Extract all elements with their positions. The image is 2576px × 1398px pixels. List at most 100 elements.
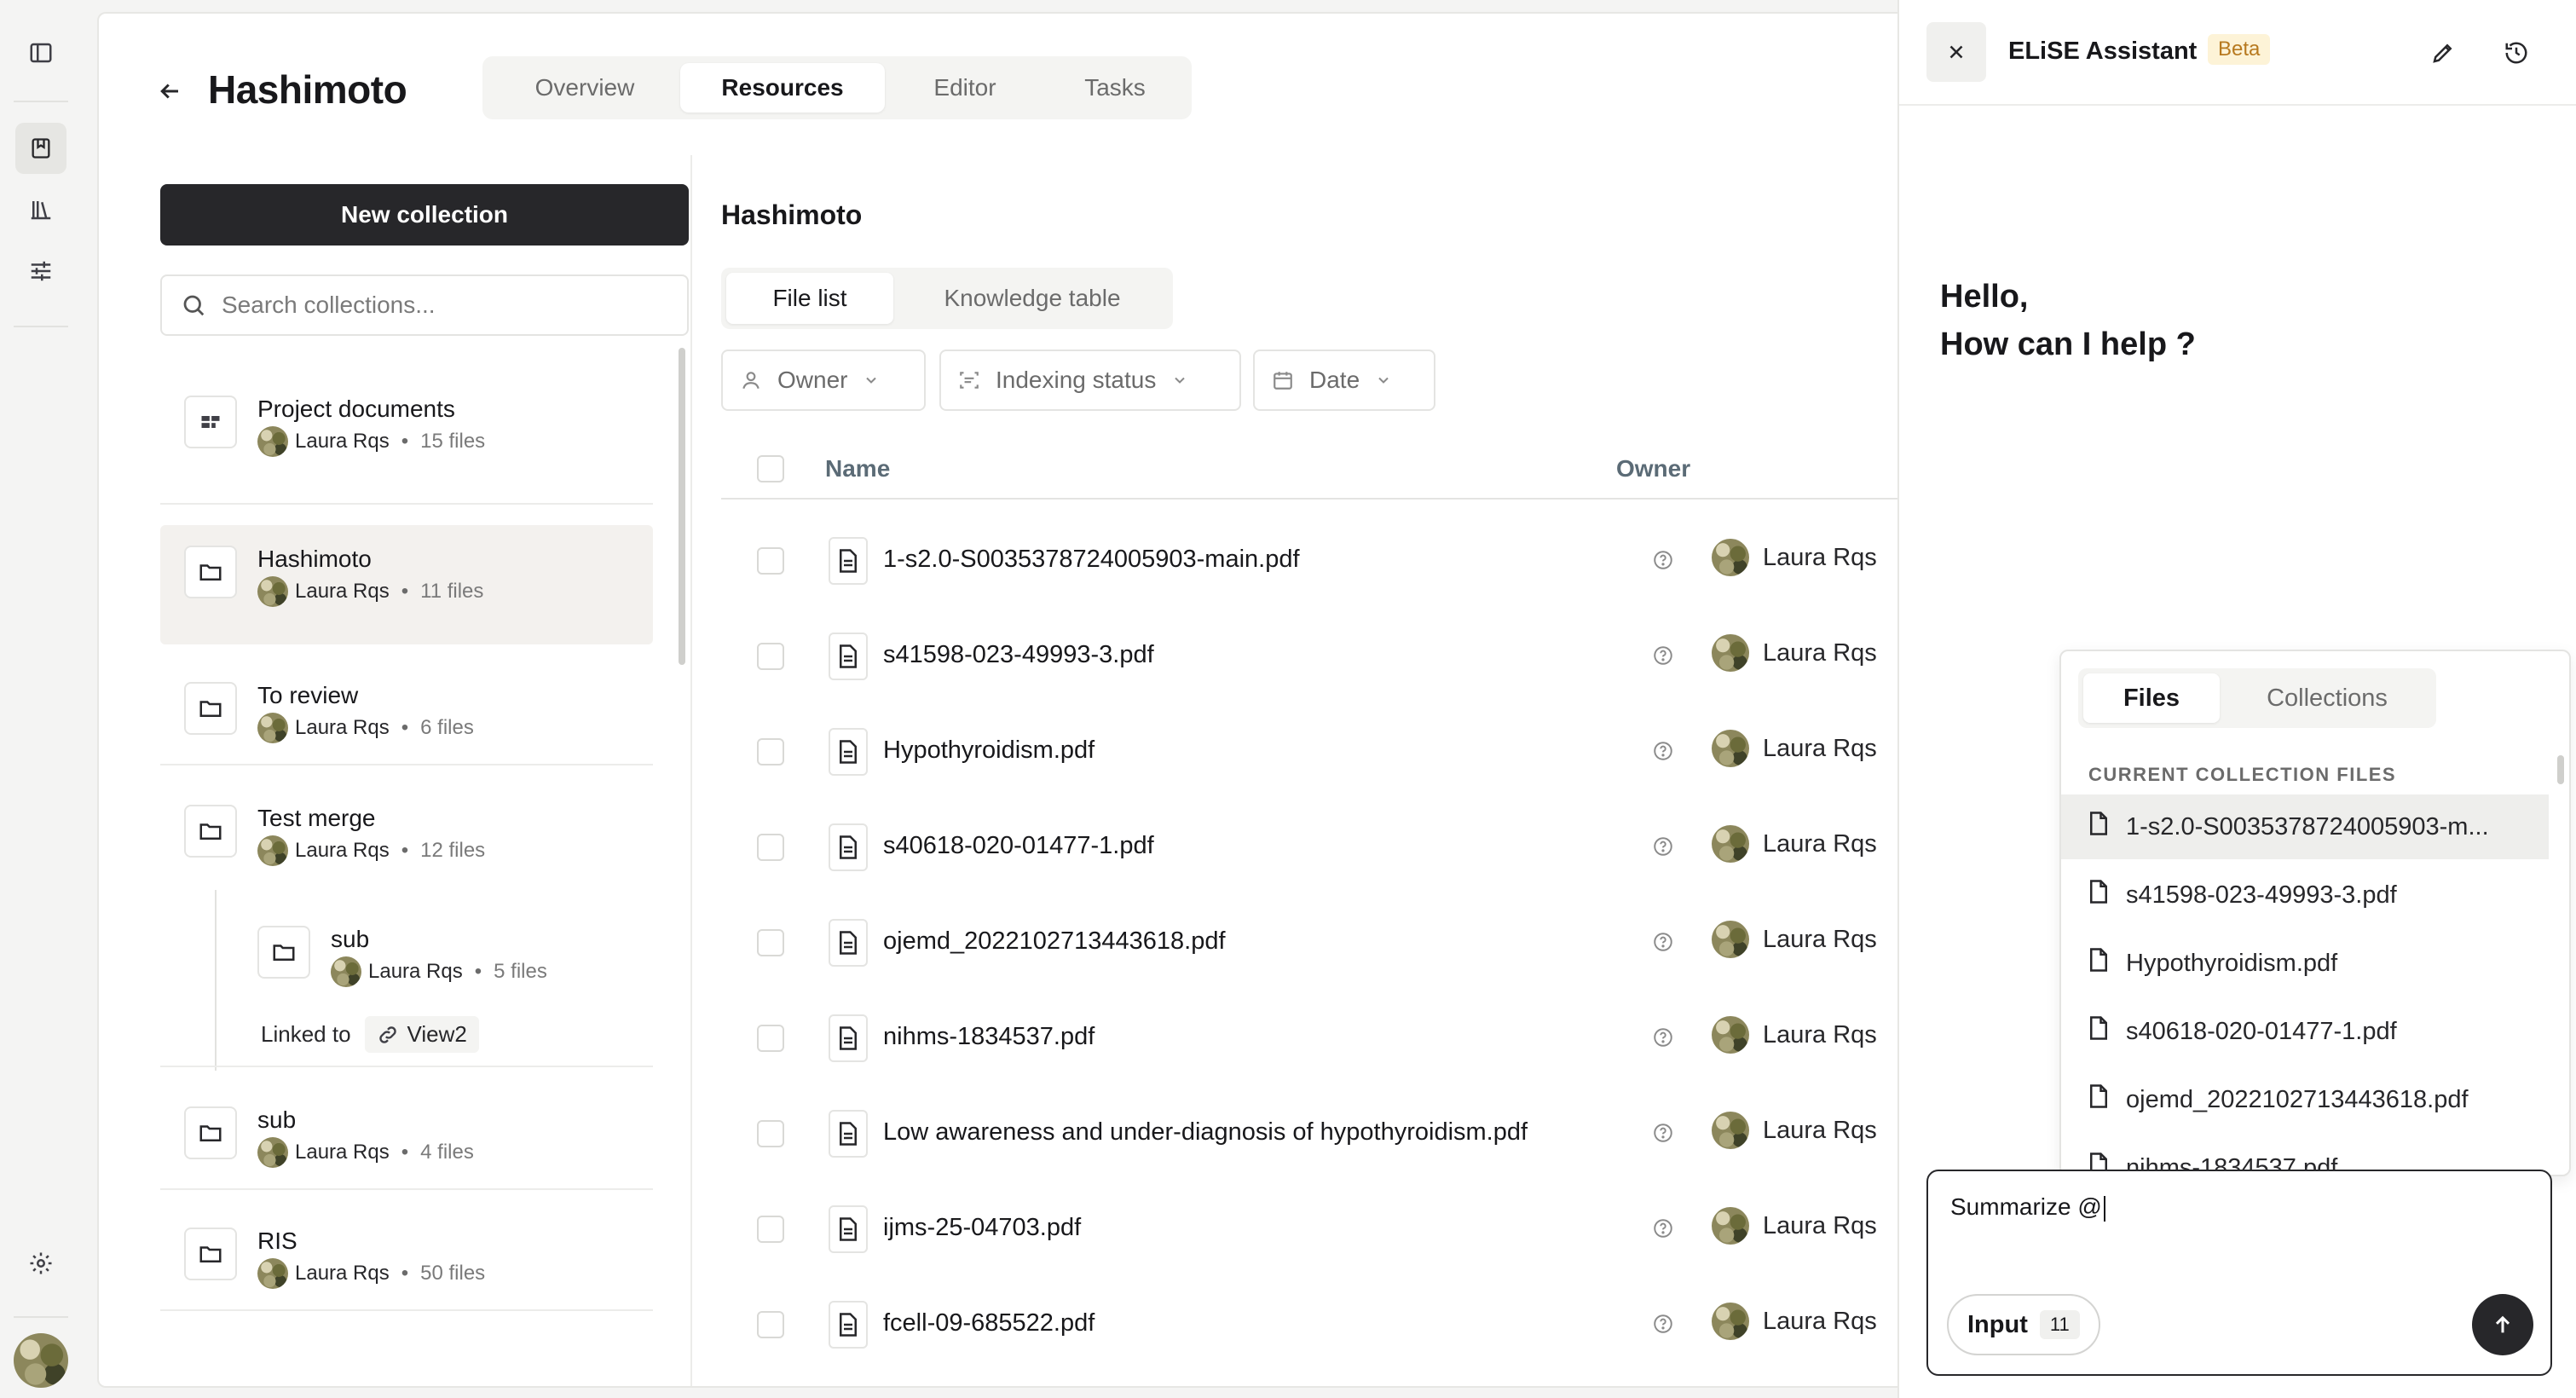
table-row[interactable]: 1-s2.0-S0035378724005903-main.pdf Laura R… [721, 513, 1897, 609]
owner-avatar [257, 835, 288, 866]
new-collection-button[interactable]: New collection [160, 184, 689, 246]
collection-item[interactable]: RIS Laura Rqs • 50 files [160, 1207, 653, 1309]
indexing-status-filter[interactable]: Indexing status [939, 350, 1241, 411]
rail-projects-button[interactable] [15, 123, 66, 174]
row-checkbox[interactable] [757, 643, 784, 670]
message-composer[interactable]: Summarize @ Input 11 [1926, 1170, 2552, 1376]
mention-file-item[interactable]: s40618-020-01477-1.pdf [2061, 999, 2549, 1064]
row-checkbox[interactable] [757, 547, 784, 575]
select-all-checkbox[interactable] [757, 455, 784, 482]
table-row[interactable]: Low awareness and under-diagnosis of hyp… [721, 1086, 1897, 1181]
rail-settings-sliders-button[interactable] [15, 246, 66, 297]
file-icon [829, 919, 868, 967]
settings-button[interactable] [15, 1238, 66, 1289]
indexing-filter-label: Indexing status [996, 367, 1157, 393]
collections-scrollbar[interactable] [679, 348, 685, 665]
table-row[interactable]: ijms-25-04703.pdf Laura Rqs [721, 1181, 1897, 1277]
linked-view-chip[interactable]: View2 [364, 1016, 479, 1053]
collection-count: 50 files [420, 1262, 486, 1285]
column-header-name[interactable]: Name [825, 455, 890, 482]
close-assistant-button[interactable] [1926, 22, 1986, 82]
mention-file-item[interactable]: s41598-023-49993-3.pdf [2061, 863, 2549, 927]
collection-item[interactable]: sub Laura Rqs • 4 files [160, 1086, 653, 1188]
rail-divider [14, 101, 68, 102]
owner-avatar [257, 576, 288, 607]
mention-file-item[interactable]: Hypothyroidism.pdf [2061, 931, 2549, 996]
help-icon[interactable] [1652, 1026, 1674, 1054]
rail-library-button[interactable] [15, 184, 66, 235]
tab-overview[interactable]: Overview [491, 63, 679, 113]
tab-editor[interactable]: Editor [888, 63, 1042, 113]
table-row[interactable]: s40618-020-01477-1.pdf Laura Rqs [721, 800, 1897, 895]
collection-item-nested[interactable]: sub Laura Rqs • 5 files [234, 905, 653, 999]
collection-item[interactable]: To review Laura Rqs • 6 files [160, 661, 653, 764]
help-icon[interactable] [1652, 1313, 1674, 1341]
collection-meta: Laura Rqs • 12 files [257, 835, 485, 866]
row-checkbox[interactable] [757, 1025, 784, 1052]
row-checkbox[interactable] [757, 834, 784, 861]
assistant-panel: ELiSE Assistant Beta Hello, How can I he… [1897, 0, 2576, 1398]
collection-meta: Laura Rqs • 5 files [331, 956, 547, 987]
file-name[interactable]: s40618-020-01477-1.pdf [883, 832, 1154, 860]
file-name[interactable]: fcell-09-685522.pdf [883, 1309, 1095, 1337]
row-checkbox[interactable] [757, 929, 784, 956]
tab-resources[interactable]: Resources [680, 63, 885, 113]
input-context-button[interactable]: Input 11 [1947, 1294, 2100, 1355]
search-input[interactable] [222, 292, 665, 319]
popup-scrollbar[interactable] [2557, 755, 2564, 784]
date-filter[interactable]: Date [1253, 350, 1435, 411]
collection-name: RIS [257, 1228, 297, 1254]
mention-file-item[interactable]: 1-s2.0-S0035378724005903-m... [2061, 794, 2549, 859]
collection-item[interactable]: Test merge Laura Rqs • 12 files [160, 784, 653, 887]
file-name[interactable]: Low awareness and under-diagnosis of hyp… [883, 1118, 1528, 1147]
file-name[interactable]: s41598-023-49993-3.pdf [883, 641, 1154, 669]
help-icon[interactable] [1652, 835, 1674, 864]
owner-avatar [257, 713, 288, 743]
file-name[interactable]: ijms-25-04703.pdf [883, 1214, 1081, 1242]
tab-collections[interactable]: Collections [2223, 673, 2431, 723]
row-checkbox[interactable] [757, 1216, 784, 1243]
row-checkbox[interactable] [757, 1120, 784, 1147]
owner-filter[interactable]: Owner [721, 350, 926, 411]
sidebar-toggle-button[interactable] [15, 27, 66, 78]
help-icon[interactable] [1652, 644, 1674, 673]
column-header-owner[interactable]: Owner [1616, 455, 1690, 482]
table-row[interactable]: fcell-09-685522.pdf Laura Rqs [721, 1277, 1897, 1372]
user-avatar[interactable] [14, 1333, 68, 1388]
help-icon[interactable] [1652, 740, 1674, 768]
tab-tasks[interactable]: Tasks [1045, 63, 1185, 113]
tab-file-list[interactable]: File list [726, 273, 893, 324]
help-icon[interactable] [1652, 1217, 1674, 1245]
new-chat-button[interactable] [2424, 34, 2462, 72]
collection-owner: Laura Rqs [368, 960, 463, 983]
row-checkbox[interactable] [757, 738, 784, 765]
back-button[interactable] [148, 70, 191, 113]
file-name[interactable]: Hypothyroidism.pdf [883, 737, 1095, 765]
composer-text[interactable]: Summarize @ [1950, 1193, 2105, 1222]
project-tabs: Overview Resources Editor Tasks [482, 56, 1192, 119]
help-icon[interactable] [1652, 931, 1674, 959]
tab-knowledge-table[interactable]: Knowledge table [897, 273, 1168, 324]
file-name[interactable]: ojemd_2022102713443618.pdf [883, 927, 1226, 956]
file-name[interactable]: nihms-1834537.pdf [883, 1023, 1095, 1051]
send-button[interactable] [2472, 1294, 2533, 1355]
link-icon [378, 1025, 396, 1043]
help-icon[interactable] [1652, 1122, 1674, 1150]
file-icon [829, 1014, 868, 1062]
collection-item[interactable]: Project documents Laura Rqs • 15 files [160, 375, 653, 484]
table-row[interactable]: nihms-1834537.pdf Laura Rqs [721, 991, 1897, 1086]
row-checkbox[interactable] [757, 1311, 784, 1338]
collection-item-selected[interactable]: Hashimoto Laura Rqs • 11 files [160, 525, 653, 644]
calendar-icon [1274, 372, 1292, 390]
collection-heading: Hashimoto [721, 199, 863, 230]
mention-file-item[interactable]: ojemd_2022102713443618.pdf [2061, 1067, 2549, 1132]
assistant-greeting: Hello, How can I help ? [1940, 273, 2196, 368]
help-icon[interactable] [1652, 549, 1674, 577]
table-row[interactable]: Hypothyroidism.pdf Laura Rqs [721, 704, 1897, 800]
file-name[interactable]: 1-s2.0-S0035378724005903-main.pdf [883, 546, 1300, 574]
table-row[interactable]: ojemd_2022102713443618.pdf Laura Rqs [721, 895, 1897, 991]
tab-files[interactable]: Files [2083, 673, 2220, 723]
table-row[interactable]: s41598-023-49993-3.pdf Laura Rqs [721, 609, 1897, 704]
history-button[interactable] [2498, 34, 2535, 72]
panel-divider [690, 155, 692, 1386]
